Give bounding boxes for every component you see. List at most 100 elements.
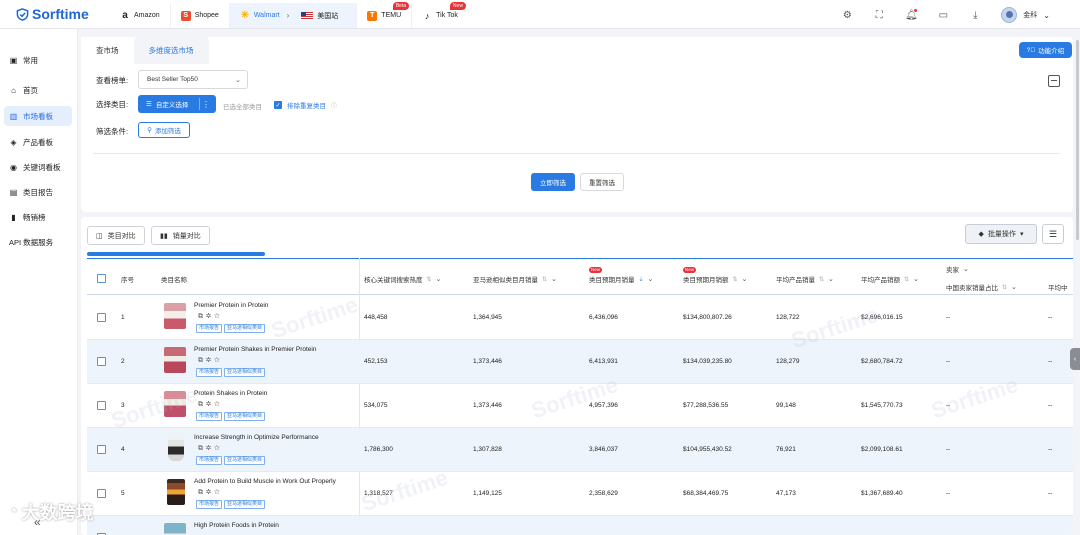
chevron-down-icon[interactable]: ⌄ <box>742 275 748 283</box>
table-row[interactable]: 5 Add Protein to Build Muscle in Work Ou… <box>87 472 1073 516</box>
row-checkbox[interactable] <box>97 357 106 366</box>
category-name-link[interactable]: Premier Protein in Protein <box>194 302 268 309</box>
site-tab-temu[interactable]: T TEMU Beta <box>357 2 413 28</box>
header-forecast-amount[interactable]: New 类目预期月销额 ⇅ ⌄ <box>683 267 748 284</box>
compare-sales-button[interactable]: ▮▮ 销量对比 <box>151 226 210 245</box>
site-tab-tiktok[interactable]: ♪ Tik Tok New <box>412 2 468 28</box>
product-thumbnail[interactable] <box>167 479 185 505</box>
tab-search-market[interactable]: 查市场 <box>81 37 134 64</box>
sorftime-logo[interactable]: Sorftime <box>16 6 89 22</box>
table-row[interactable]: 2 Premier Protein Shakes in Premier Prot… <box>87 340 1073 384</box>
row-checkbox[interactable] <box>97 445 106 454</box>
sort-icon[interactable]: ⇅ <box>427 276 432 283</box>
category-name-link[interactable]: Premier Protein Shakes in Premier Protei… <box>194 346 316 353</box>
header-keyword-heat[interactable]: 核心关键词搜索热度 ⇅ ⌄ <box>364 274 441 284</box>
header-avg-amount[interactable]: 平均产品销额 ⇅ ⌄ <box>861 274 919 284</box>
sidebar-item-favorites[interactable]: ▣ 常用 <box>4 50 72 70</box>
sort-icon[interactable]: ⇅ <box>733 276 738 283</box>
help-icon[interactable]: ⓘ <box>331 101 337 110</box>
row-action-icons[interactable]: ⧉✲☆ <box>198 401 223 409</box>
row-checkbox[interactable] <box>97 489 106 498</box>
select-all-checkbox[interactable] <box>97 274 106 283</box>
chevron-down-icon[interactable]: ⌄ <box>1011 283 1017 291</box>
amazon-similar-tag[interactable]: 亚马逊相似类目 <box>224 368 266 377</box>
sidebar-item-keyword-board[interactable]: ◉ 关键词看板 <box>4 157 72 177</box>
add-filter-button[interactable]: ⚲ 添加筛选 <box>138 122 190 138</box>
user-menu[interactable]: 金科 ⌄ <box>1001 7 1050 23</box>
row-checkbox[interactable] <box>97 401 106 410</box>
market-report-tag[interactable]: 市场报告 <box>196 412 223 421</box>
chevron-down-icon[interactable]: ⌄ <box>963 265 969 273</box>
page-scrollbar[interactable] <box>1076 40 1079 240</box>
row-action-icons[interactable]: ⧉✲☆ <box>198 489 223 497</box>
amazon-similar-tag[interactable]: 亚马逊相似类目 <box>224 456 266 465</box>
checkbox-checked[interactable]: ✓ <box>274 101 282 109</box>
category-name-link[interactable]: Add Protein to Build Muscle in Work Out … <box>194 478 336 485</box>
feature-intro-button[interactable]: ?⃝ 功能介绍 <box>1019 42 1072 58</box>
product-thumbnail[interactable] <box>164 303 186 329</box>
sort-icon[interactable]: ⇅ <box>904 276 909 283</box>
side-panel-toggle-icon[interactable]: ‹ <box>1070 348 1080 370</box>
market-report-tag[interactable]: 市场报告 <box>196 324 223 333</box>
amazon-similar-tag[interactable]: 亚马逊相似类目 <box>224 324 266 333</box>
product-thumbnail[interactable] <box>164 391 186 417</box>
sidebar-item-bestsellers[interactable]: ▮ 畅销榜 <box>4 207 72 227</box>
sidebar-item-api[interactable]: API 数据服务 <box>4 232 72 252</box>
tab-multi-dimension-market[interactable]: 多维度选市场 <box>133 37 209 64</box>
sort-desc-icon[interactable]: ⇣ <box>639 276 644 283</box>
sidebar-item-category-report[interactable]: ▤ 类目报告 <box>4 182 72 202</box>
chevron-down-icon[interactable]: ⌄ <box>436 275 442 283</box>
header-avg-sales[interactable]: 平均产品销量 ⇅ ⌄ <box>776 274 834 284</box>
chevron-down-icon[interactable]: ⌄ <box>828 275 834 283</box>
category-name-link[interactable]: Increase Strength in Optimize Performanc… <box>194 434 319 441</box>
collapse-panel-icon[interactable] <box>1048 75 1060 87</box>
row-action-icons[interactable]: ⧉✲☆ <box>198 357 223 365</box>
product-thumbnail[interactable] <box>164 347 186 373</box>
sidebar-item-home[interactable]: ⌂ 首页 <box>4 80 72 100</box>
row-action-icons[interactable]: ⧉✲☆ <box>198 313 223 321</box>
sidebar-item-product-board[interactable]: ◈ 产品看板 <box>4 132 72 152</box>
market-report-tag[interactable]: 市场报告 <box>196 368 223 377</box>
header-cn-seller-ratio[interactable]: 中国卖家销量占比 ⇅ ⌄ <box>946 282 1017 292</box>
list-select[interactable]: Best Seller Top50 ⌄ <box>138 70 248 89</box>
sort-icon[interactable]: ⇅ <box>1002 284 1007 291</box>
header-forecast-sales[interactable]: New 类目预期月销量 ⇣ ⌄ <box>589 267 654 284</box>
header-seller[interactable]: 卖家 ⌄ <box>946 264 969 274</box>
category-name-link[interactable]: Protein Shakes in Protein <box>194 390 267 397</box>
site-tab-shopee[interactable]: S Shopee <box>171 3 230 28</box>
custom-select-button[interactable]: ☰ 自定义选择 ⋮ <box>138 95 216 113</box>
category-name-link[interactable]: High Protein Foods in Protein <box>194 522 279 529</box>
chevron-down-icon[interactable]: ⌄ <box>913 275 919 283</box>
settings-icon[interactable]: ⚙ <box>841 9 853 21</box>
market-report-tag[interactable]: 市场报告 <box>196 456 223 465</box>
product-thumbnail[interactable] <box>164 523 186 535</box>
list-view-button[interactable]: ☰ <box>1042 224 1064 244</box>
site-tab-amazon[interactable]: a Amazon <box>110 3 171 28</box>
sort-icon[interactable]: ⇅ <box>819 276 824 283</box>
apply-filter-button[interactable]: 立即筛选 <box>531 173 575 191</box>
table-row[interactable]: 4 Increase Strength in Optimize Performa… <box>87 428 1073 472</box>
exclude-duplicates[interactable]: ✓ 排除重复类目 ⓘ <box>274 100 337 110</box>
sort-icon[interactable]: ⇅ <box>542 276 547 283</box>
bell-icon[interactable]: 🔔︎ <box>905 9 918 21</box>
fullscreen-icon[interactable]: ⛶ <box>873 9 885 21</box>
amazon-similar-tag[interactable]: 亚马逊相似类目 <box>224 500 266 509</box>
row-action-icons[interactable]: ⧉✲☆ <box>198 445 223 453</box>
chevron-down-icon[interactable]: ⌄ <box>648 275 654 283</box>
chevron-down-icon[interactable]: ⌄ <box>551 275 557 283</box>
market-report-tag[interactable]: 市场报告 <box>196 500 223 509</box>
compare-category-button[interactable]: ◫ 类目对比 <box>87 226 145 245</box>
table-row[interactable]: High Protein Foods in Protein <box>87 516 1073 535</box>
table-row[interactable]: 3 Protein Shakes in Protein ⧉✲☆ 市场报告 亚马逊… <box>87 384 1073 428</box>
table-row[interactable]: 1 Premier Protein in Protein ⧉✲☆ 市场报告 亚马… <box>87 296 1073 340</box>
amazon-similar-tag[interactable]: 亚马逊相似类目 <box>224 412 266 421</box>
download-icon[interactable]: ⤓ <box>969 9 981 21</box>
reset-filter-button[interactable]: 重置筛选 <box>580 173 624 191</box>
region-selector[interactable]: 美国站 <box>293 11 346 21</box>
folder-icon[interactable]: ▭ <box>937 9 949 21</box>
row-checkbox[interactable] <box>97 313 106 322</box>
header-amazon-sales[interactable]: 亚马逊相似类目月销量 ⇅ ⌄ <box>473 274 557 284</box>
more-vertical-icon[interactable]: ⋮ <box>202 100 210 109</box>
product-thumbnail[interactable] <box>168 435 184 461</box>
sidebar-item-market-board[interactable]: ▥ 市场看板 <box>4 106 72 126</box>
